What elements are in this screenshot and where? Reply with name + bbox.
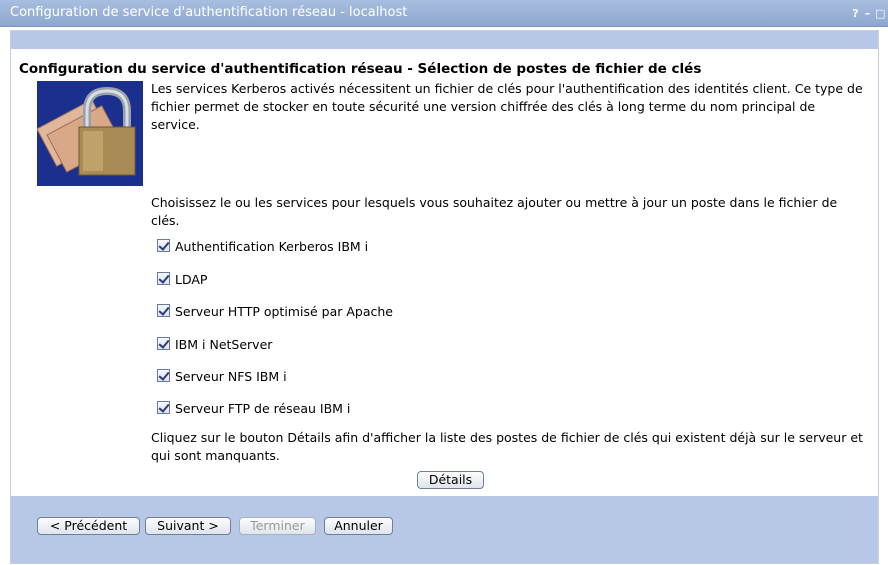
window-title-bar: Configuration de service d'authentificat… bbox=[0, 0, 888, 27]
details-prompt-text: Cliquez sur le bouton Détails afin d'aff… bbox=[151, 430, 863, 463]
nfs-checkbox[interactable] bbox=[157, 369, 170, 382]
kerberos-label: Authentification Kerberos IBM i bbox=[175, 239, 369, 254]
netserver-checkbox[interactable] bbox=[157, 337, 170, 350]
http-checkbox[interactable] bbox=[157, 304, 170, 317]
next-button[interactable]: Suivant > bbox=[145, 517, 231, 535]
wizard-footer: < Précédent Suivant > Terminer Annuler bbox=[11, 496, 878, 563]
help-icon[interactable]: ? bbox=[851, 8, 860, 20]
kerberos-checkbox[interactable] bbox=[157, 239, 170, 252]
window-title: Configuration de service d'authentificat… bbox=[10, 5, 408, 20]
finish-button[interactable]: Terminer bbox=[239, 517, 316, 535]
intro-text: Les services Kerberos activés nécessiten… bbox=[151, 81, 863, 132]
http-label: Serveur HTTP optimisé par Apache bbox=[175, 304, 393, 319]
previous-button[interactable]: < Précédent bbox=[37, 517, 140, 535]
choose-services-text: Choisissez le ou les services pour lesqu… bbox=[151, 195, 838, 228]
ftp-checkbox[interactable] bbox=[157, 401, 170, 414]
minimize-icon[interactable]: – bbox=[863, 8, 872, 20]
top-band bbox=[11, 31, 878, 49]
ldap-checkbox[interactable] bbox=[157, 272, 170, 285]
ldap-label: LDAP bbox=[175, 272, 208, 287]
netserver-label: IBM i NetServer bbox=[175, 337, 273, 352]
cancel-button[interactable]: Annuler bbox=[324, 517, 393, 535]
keytab-lock-icon bbox=[36, 81, 143, 186]
wizard-panel: Configuration du service d'authentificat… bbox=[10, 30, 879, 564]
page-heading: Configuration du service d'authentificat… bbox=[19, 61, 702, 77]
maximize-icon[interactable]: □ bbox=[875, 8, 885, 20]
ftp-label: Serveur FTP de réseau IBM i bbox=[175, 401, 351, 416]
window-controls: ? – □ bbox=[851, 8, 885, 20]
details-button[interactable]: Détails bbox=[417, 471, 484, 489]
nfs-label: Serveur NFS IBM i bbox=[175, 369, 287, 384]
